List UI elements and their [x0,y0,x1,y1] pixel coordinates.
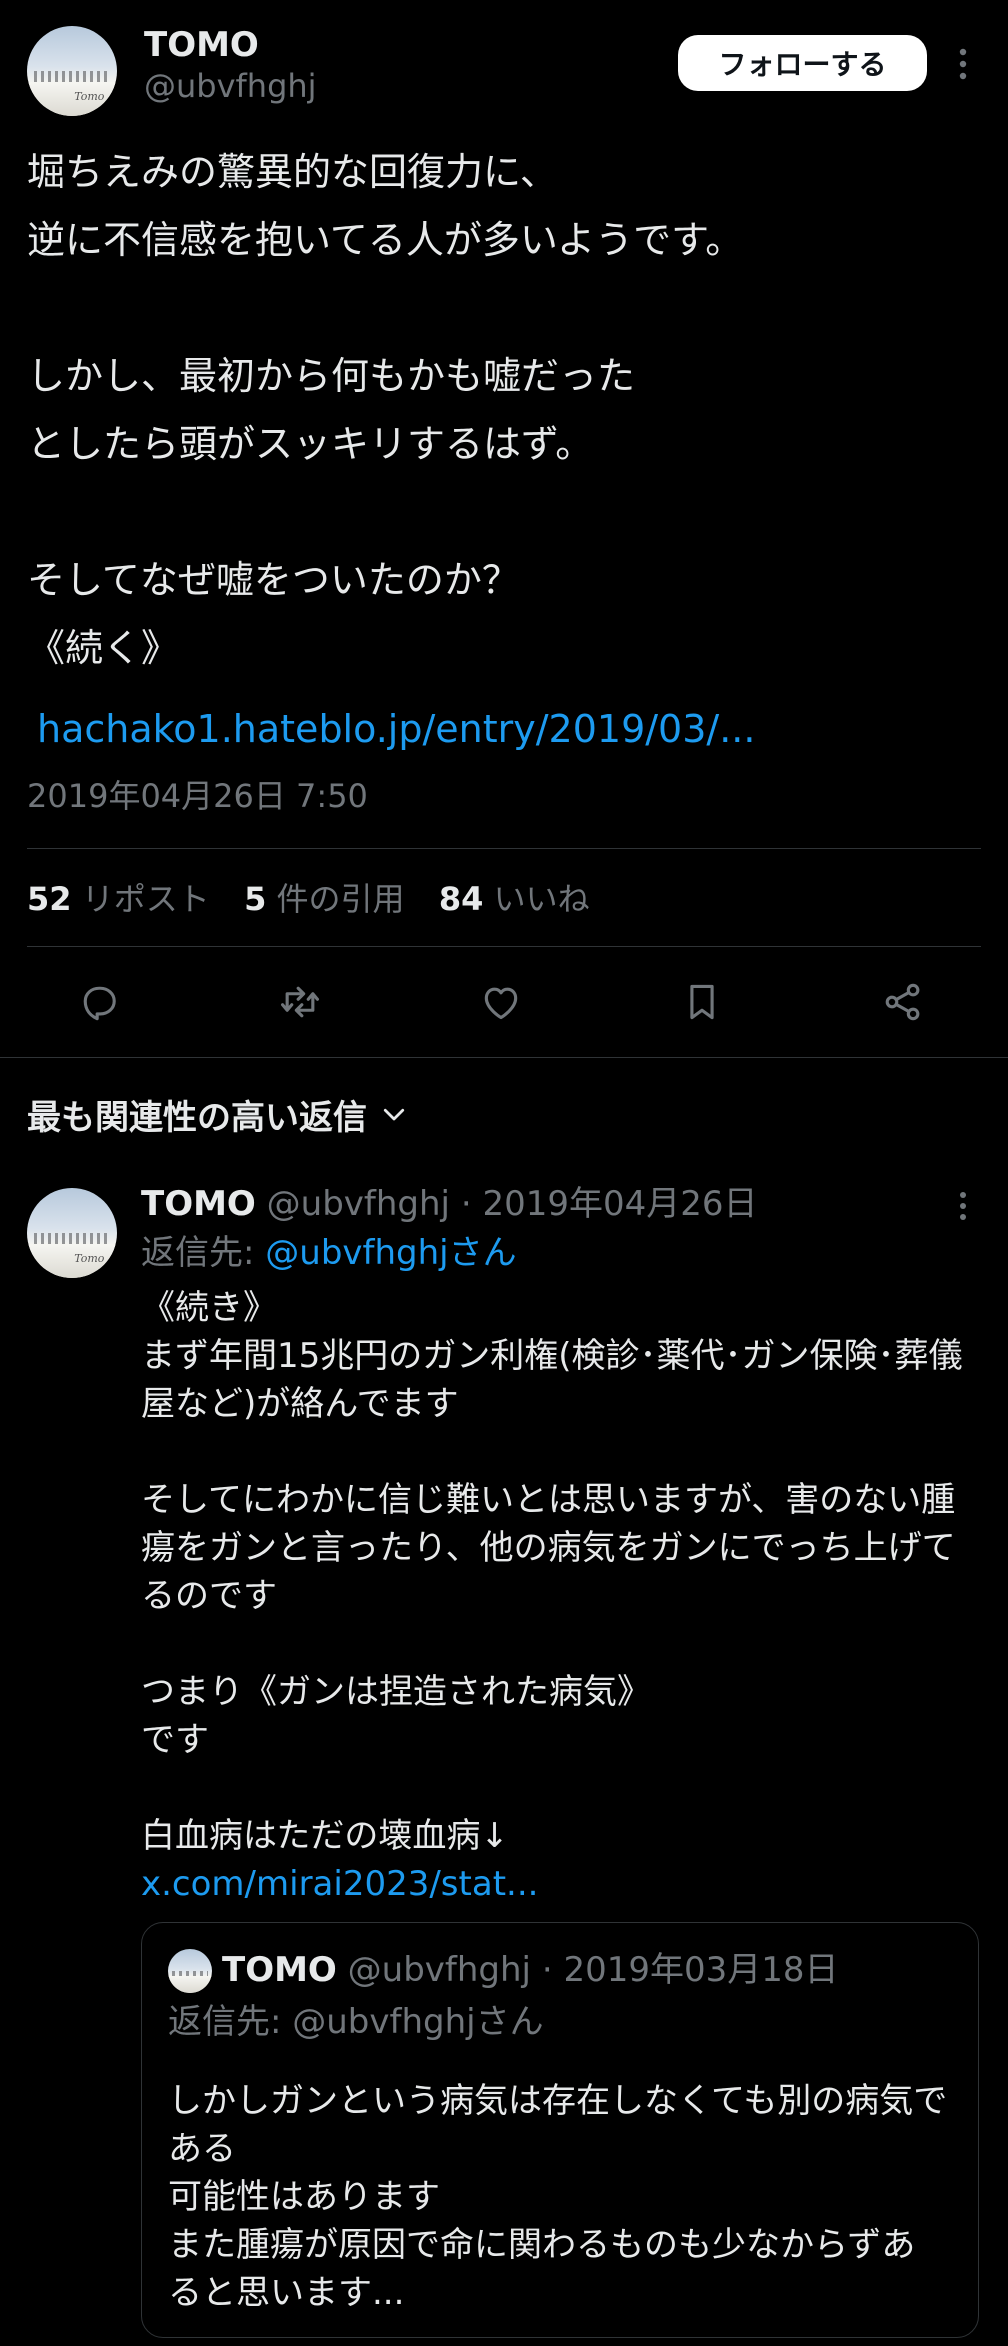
tweet-link[interactable]: hachako1.hateblo.jp/entry/2019/03/... [37,698,755,760]
quoted-author-name: TOMO [222,1950,337,1990]
quoted-header: TOMO @ubvfhghj · 2019年03月18日 [222,1945,839,1995]
tweet-timestamp[interactable]: 2019年04月26日 7:50 [27,772,368,820]
follow-button[interactable]: フォローする [678,35,927,91]
quoted-author-avatar [168,1949,212,1993]
retweet-icon [281,986,319,1018]
reply-to-handle[interactable]: @ubvfhghjさん [265,1233,516,1273]
reply-button[interactable] [77,980,121,1024]
quoted-author-handle: @ubvfhghj [347,1950,532,1990]
replies-sort-label: 最も関連性の高い返信 [27,1097,367,1138]
stats-row: 52 リポスト 5 件の引用 84 いいね [27,874,590,924]
share-button[interactable] [881,980,925,1024]
quoted-tweet-card[interactable]: TOMO @ubvfhghj · 2019年03月18日 返信先: @ubvfh… [141,1922,979,2338]
bookmark-button[interactable] [680,980,724,1024]
reply-author-name[interactable]: TOMO [141,1184,256,1224]
like-button[interactable] [479,980,523,1024]
quotes-label: 件の引用 [276,880,405,918]
quoted-reply-to: 返信先: @ubvfhghjさん [168,2002,544,2042]
reply-to-line: 返信先: @ubvfhghjさん [141,1229,517,1277]
reply-author-handle[interactable]: @ubvfhghj [267,1184,450,1224]
author-handle[interactable]: @ubvfhghj [144,66,317,106]
likes-stat[interactable]: 84 いいね [439,880,590,918]
quoted-text: しかしガンという病気は存在しなくても別の病気である 可能性はあります また腫瘍が… [168,2081,948,2313]
likes-label: いいね [493,880,590,918]
heart-icon [484,987,518,1020]
chevron-down-icon [383,1108,405,1121]
reposts-label: リポスト [81,880,210,918]
reposts-stat[interactable]: 52 リポスト [27,880,220,918]
likes-count: 84 [438,880,484,918]
share-icon [885,983,920,1021]
quotes-count: 5 [244,880,267,918]
reply-text: 《続き》 まず年間15兆円のガン利権(検診･薬代･ガン保険･葬儀屋など)が絡んで… [141,1288,963,1856]
reply-author-avatar[interactable]: Tomo [27,1188,117,1278]
more-options-icon[interactable] [950,44,976,84]
reply-link[interactable]: x.com/mirai2023/stat... [141,1860,538,1908]
author-name[interactable]: TOMO [144,24,259,66]
retweet-button[interactable] [278,980,322,1024]
bookmark-icon [690,984,714,1020]
reply-to-prefix: 返信先: [141,1233,266,1273]
reply-more-options-icon[interactable] [950,1188,976,1224]
reply-header: TOMO @ubvfhghj · 2019年04月26日 [141,1180,758,1228]
quotes-stat[interactable]: 5 件の引用 [244,880,415,918]
tweet-text: 堀ちえみの驚異的な回復力に、 逆に不信感を抱いてる人が多いようです。 しかし、最… [27,150,744,670]
reply-icon [83,986,116,1021]
reposts-count: 52 [27,880,72,918]
author-avatar[interactable]: Tomo [27,26,117,116]
reply-date[interactable]: · 2019年04月26日 [461,1184,758,1224]
quoted-date: · 2019年03月18日 [541,1950,839,1990]
replies-sort-dropdown[interactable]: 最も関連性の高い返信 [27,1090,409,1138]
